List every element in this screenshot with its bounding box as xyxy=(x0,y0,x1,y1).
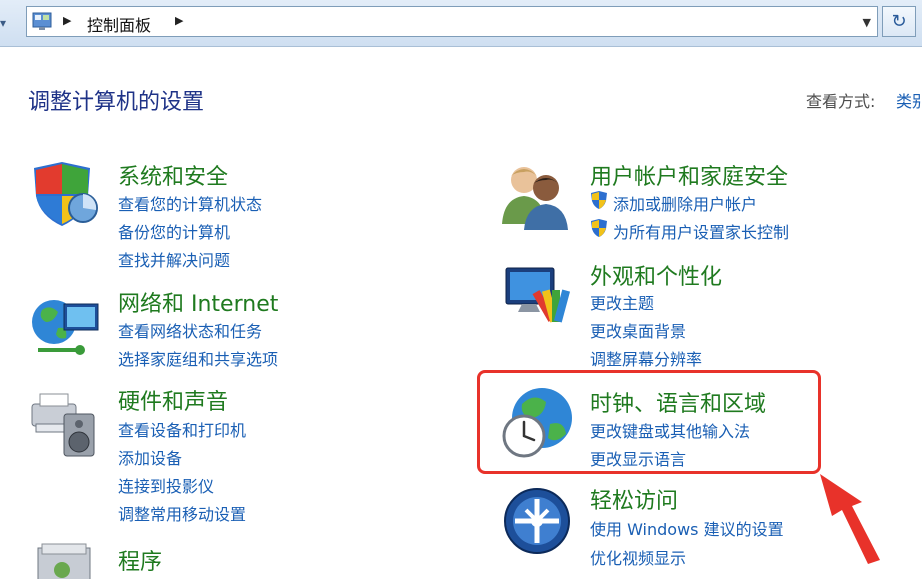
uac-shield-icon xyxy=(591,191,607,209)
printer-speaker-icon[interactable] xyxy=(28,384,102,458)
category-system-security[interactable]: 系统和安全 xyxy=(118,159,228,191)
link-homegroup-sharing[interactable]: 选择家庭组和共享选项 xyxy=(118,346,278,370)
users-icon[interactable] xyxy=(500,160,572,230)
recent-pages-chevron-icon[interactable]: ▾ xyxy=(0,12,20,34)
link-connect-projector[interactable]: 连接到投影仪 xyxy=(118,473,214,497)
link-recommended-settings[interactable]: 使用 Windows 建议的设置 xyxy=(590,516,784,540)
link-change-theme[interactable]: 更改主题 xyxy=(590,290,654,314)
link-parental-controls[interactable]: 为所有用户设置家长控制 xyxy=(613,219,789,243)
view-by-dropdown[interactable]: 类别 xyxy=(896,88,922,112)
appearance-monitor-icon[interactable] xyxy=(500,262,574,332)
breadcrumb-arrow-icon[interactable]: ▶ xyxy=(175,14,183,27)
breadcrumb-arrow-icon[interactable]: ▶ xyxy=(63,14,71,27)
refresh-icon: ↻ xyxy=(891,11,907,32)
page-title: 调整计算机的设置 xyxy=(28,90,205,115)
highlight-box xyxy=(477,370,821,474)
category-appearance[interactable]: 外观和个性化 xyxy=(590,259,722,291)
navigation-bar: ▾ ▶ 控制面板 ▶ ▼ ↻ xyxy=(0,0,922,47)
refresh-button[interactable]: ↻ xyxy=(882,6,916,37)
programs-icon[interactable] xyxy=(32,540,98,579)
security-shield-icon[interactable] xyxy=(28,160,98,230)
category-network-internet[interactable]: 网络和 Internet xyxy=(118,286,278,318)
category-user-accounts[interactable]: 用户帐户和家庭安全 xyxy=(590,159,788,191)
link-devices-printers[interactable]: 查看设备和打印机 xyxy=(118,417,246,441)
category-ease-of-access[interactable]: 轻松访问 xyxy=(590,483,678,515)
network-globe-icon[interactable] xyxy=(28,292,102,362)
ease-of-access-icon[interactable] xyxy=(502,486,572,556)
link-view-computer-status[interactable]: 查看您的计算机状态 xyxy=(118,191,262,215)
address-dropdown-icon[interactable]: ▼ xyxy=(863,16,871,29)
uac-shield-icon xyxy=(591,219,607,237)
link-screen-resolution[interactable]: 调整屏幕分辨率 xyxy=(590,346,702,370)
category-programs[interactable]: 程序 xyxy=(118,544,162,576)
link-find-fix-problems[interactable]: 查找并解决问题 xyxy=(118,247,230,271)
link-optimize-visual-display[interactable]: 优化视频显示 xyxy=(590,545,686,569)
category-hardware-sound[interactable]: 硬件和声音 xyxy=(118,384,228,416)
link-add-remove-accounts[interactable]: 添加或删除用户帐户 xyxy=(613,191,757,215)
link-backup-computer[interactable]: 备份您的计算机 xyxy=(118,219,230,243)
red-arrow-icon xyxy=(820,474,880,564)
view-by-label: 查看方式: xyxy=(806,92,876,111)
link-change-background[interactable]: 更改桌面背景 xyxy=(590,318,686,342)
breadcrumb-control-panel[interactable]: 控制面板 xyxy=(87,12,151,36)
link-add-device[interactable]: 添加设备 xyxy=(118,445,182,469)
control-panel-icon xyxy=(32,12,52,30)
link-mobility-settings[interactable]: 调整常用移动设置 xyxy=(118,501,246,525)
address-bar[interactable]: ▶ 控制面板 ▶ ▼ xyxy=(26,6,878,37)
link-view-network-status[interactable]: 查看网络状态和任务 xyxy=(118,318,262,342)
